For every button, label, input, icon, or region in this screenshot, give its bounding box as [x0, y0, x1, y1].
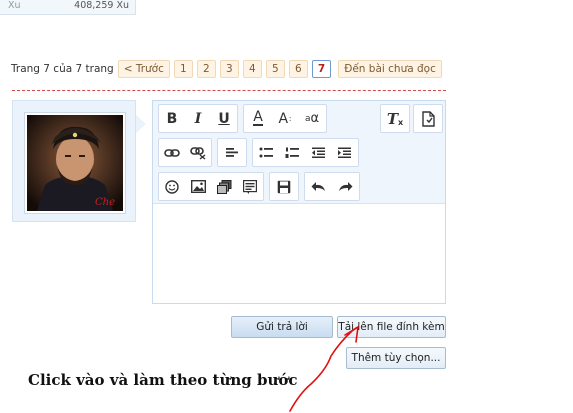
list-indent-group: [252, 138, 359, 167]
font-color-icon: A: [253, 109, 263, 126]
outdent-button[interactable]: [305, 139, 331, 166]
current-page: 7: [311, 59, 332, 78]
page-link-5[interactable]: 5: [265, 59, 285, 78]
font-size-icon: A: [278, 110, 289, 127]
paste-button[interactable]: [414, 105, 442, 132]
unlink-icon: [190, 146, 206, 160]
editor-toolbar: B I U A Aː aα Tx: [153, 101, 445, 204]
paste-icon: [422, 110, 435, 127]
insert-media-group: [158, 172, 264, 201]
bold-button[interactable]: B: [159, 105, 185, 132]
page-link-4[interactable]: 4: [242, 59, 262, 78]
link-group: [158, 138, 212, 167]
submit-reply-button[interactable]: Gửi trả lời: [231, 316, 333, 338]
avatar-notch: [136, 115, 146, 133]
font-color-button[interactable]: A: [244, 105, 272, 132]
upload-attachment-button[interactable]: Tải lên file đính kèm: [337, 316, 446, 338]
media-icon: [216, 179, 231, 194]
bulleted-list-button[interactable]: [253, 139, 279, 166]
more-options-button[interactable]: Thêm tùy chọn...: [346, 347, 446, 369]
divider: [12, 90, 446, 91]
numbered-list-button[interactable]: [279, 139, 305, 166]
svg-text:Che: Che: [95, 197, 115, 208]
bulleted-list-icon: [259, 147, 273, 157]
remove-format-group: Tx: [380, 104, 410, 133]
save-group: [269, 172, 299, 201]
stat-value: 408,259 Xu: [74, 0, 129, 11]
font-group: A Aː aα: [243, 104, 327, 133]
font-family-icon-alpha: α: [310, 111, 320, 126]
numbered-list-icon: [285, 147, 299, 158]
indent-icon: [338, 147, 351, 158]
undo-icon: [311, 182, 325, 191]
underline-button[interactable]: U: [211, 105, 237, 132]
user-stats-box: Xu 408,259 Xu: [0, 0, 136, 15]
link-icon: [164, 148, 180, 157]
rich-text-editor: B I U A Aː aα Tx: [152, 100, 446, 304]
first-unread-link[interactable]: Đến bài chưa đọc: [338, 59, 442, 78]
avatar-portrait-image: Che: [27, 115, 123, 211]
remove-format-icon: T: [386, 109, 398, 128]
smilie-button[interactable]: [159, 173, 185, 200]
page-link-6[interactable]: 6: [288, 59, 308, 78]
page-link-2[interactable]: 2: [196, 59, 216, 78]
save-draft-button[interactable]: [270, 173, 298, 200]
align-left-button[interactable]: [218, 139, 246, 166]
quote-icon: [243, 179, 257, 194]
insert-image-button[interactable]: [185, 173, 211, 200]
paste-group: [413, 104, 443, 133]
outdent-icon: [312, 147, 325, 158]
history-group: [304, 172, 360, 201]
insert-link-button[interactable]: [159, 139, 185, 166]
redo-button[interactable]: [332, 173, 359, 200]
redo-icon: [339, 182, 353, 191]
text-style-group: B I U: [158, 104, 238, 133]
prev-page-button[interactable]: < Trước: [117, 59, 170, 78]
floppy-disk-icon: [277, 180, 291, 193]
quote-button[interactable]: [237, 173, 263, 200]
avatar-panel: Che: [12, 100, 136, 222]
font-family-button[interactable]: aα: [298, 105, 326, 132]
stat-label: Xu: [8, 0, 21, 11]
align-left-icon: [226, 147, 238, 157]
page-link-3[interactable]: 3: [219, 59, 239, 78]
page-info: Trang 7 của 7 trang: [11, 62, 114, 75]
pagination: Trang 7 của 7 trang < Trước 1 2 3 4 5 6 …: [11, 59, 446, 78]
indent-button[interactable]: [331, 139, 357, 166]
italic-button[interactable]: I: [185, 105, 211, 132]
insert-media-button[interactable]: [211, 173, 237, 200]
remove-format-button[interactable]: Tx: [381, 105, 409, 132]
image-icon: [190, 180, 206, 193]
editor-content-area[interactable]: [153, 205, 445, 303]
instruction-annotation: Click vào và làm theo từng bước: [28, 371, 298, 389]
font-size-button[interactable]: Aː: [272, 105, 298, 132]
unlink-button[interactable]: [185, 139, 211, 166]
page-link-1[interactable]: 1: [173, 59, 193, 78]
align-group: [217, 138, 247, 167]
undo-button[interactable]: [305, 173, 332, 200]
avatar[interactable]: Che: [24, 112, 126, 214]
smiley-icon: [165, 179, 179, 194]
